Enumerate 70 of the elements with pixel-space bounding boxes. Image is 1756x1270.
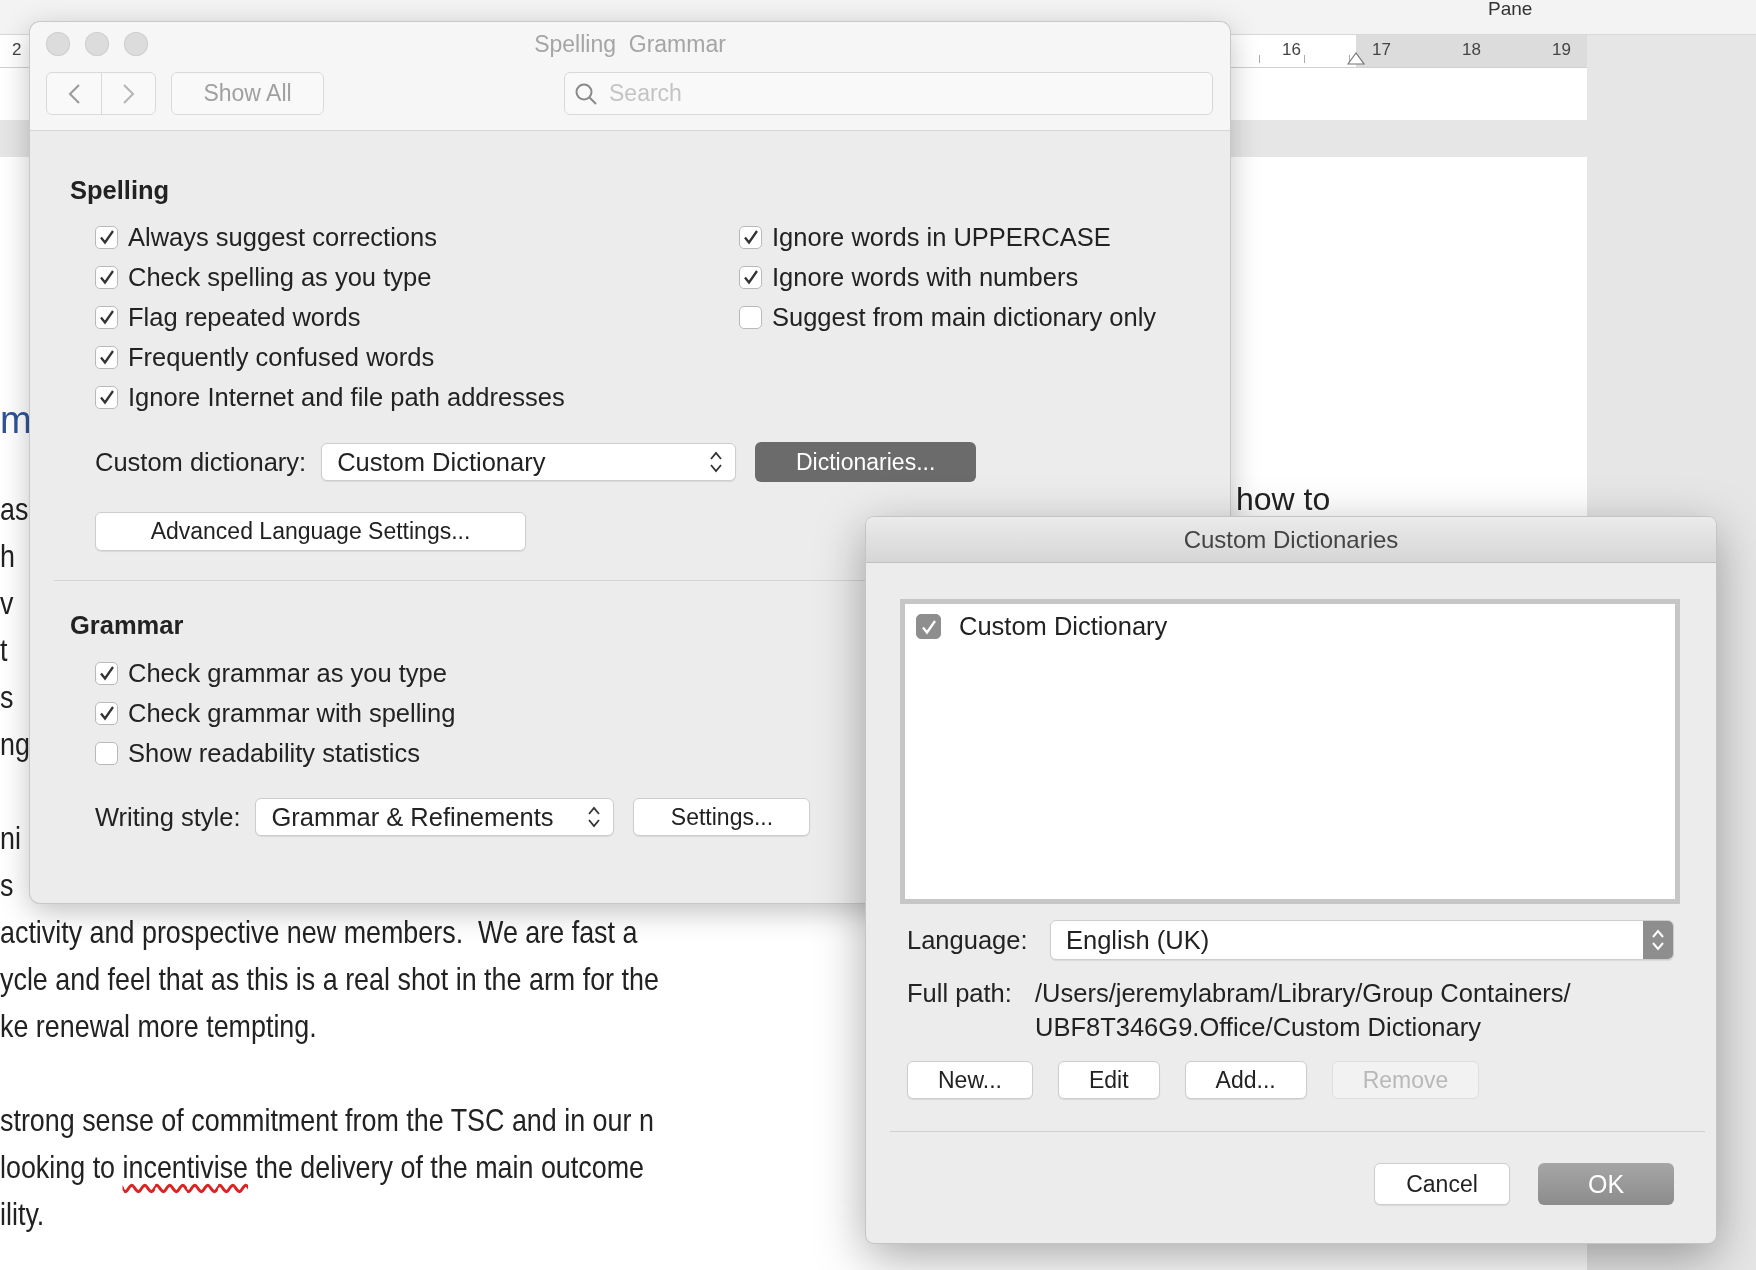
ruler-number: 17 [1372, 40, 1391, 60]
checkbox[interactable] [95, 741, 118, 765]
body-text: looking to incentivise the delivery of the main outcome [0, 1148, 644, 1187]
ruler-number: 2 [12, 40, 22, 60]
checkbox[interactable] [95, 345, 118, 369]
body-text: how to [1236, 481, 1331, 517]
field-label: Custom dictionary: [95, 447, 307, 477]
option-label: Ignore Internet and file path addresses [128, 382, 565, 412]
settings-button[interactable]: Settings... [633, 798, 811, 836]
checkbox[interactable] [95, 701, 118, 725]
indent-marker-icon[interactable] [1347, 51, 1365, 65]
cancel-button[interactable]: Cancel [1374, 1163, 1510, 1205]
dialog-button[interactable]: Add... [1184, 1061, 1307, 1099]
body-text: ycle and feel that as this is a real shot in the arm for the [0, 960, 659, 999]
chevron-left-icon [67, 82, 81, 105]
checkbox[interactable] [916, 614, 941, 639]
option-label: Frequently confused words [128, 342, 435, 372]
checkbox[interactable] [739, 265, 762, 289]
file-path: /Users/jeremylabram/Library/Group Containers/ UBF8T346G9.Office/Custom Dictionary [1035, 978, 1571, 1043]
up-down-chevron-icon [587, 805, 602, 829]
pane-label[interactable]: Pane [1488, 0, 1533, 20]
chevron-right-icon [121, 82, 136, 105]
body-text: activity and prospective new members. We are fast a [0, 913, 638, 952]
option-label: Ignore words with numbers [772, 262, 1079, 292]
checkbox[interactable] [95, 661, 118, 685]
body-text: ility. [0, 1195, 45, 1234]
language-dropdown[interactable]: English (UK) [1050, 920, 1674, 960]
dictionaries-button[interactable]: Dictionaries... [755, 442, 977, 482]
option-label: Check spelling as you type [128, 262, 432, 292]
dictionary-dropdown[interactable]: Custom Dictionary [321, 443, 737, 481]
checkbox[interactable] [95, 305, 118, 329]
body-text: v [0, 584, 14, 623]
option-label: Suggest from main dictionary only [772, 302, 1157, 332]
up-down-chevron-icon [709, 450, 724, 474]
dictionary-name[interactable]: Custom Dictionary [959, 612, 1168, 641]
body-text: strong sense of commitment from the TSC and in our n [0, 1101, 654, 1140]
checkbox[interactable] [739, 225, 762, 249]
ruler-number: 19 [1552, 40, 1571, 60]
dialog-button[interactable]: New... [907, 1061, 1033, 1099]
field-label: Writing style: [95, 802, 241, 832]
ruler-number: 16 [1282, 40, 1301, 60]
checkbox[interactable] [95, 385, 118, 409]
option-label: Always suggest corrections [128, 222, 437, 252]
option-label: Check grammar with spelling [128, 698, 456, 728]
body-text: s [0, 866, 14, 905]
option-label: Flag repeated words [128, 302, 361, 332]
checkbox[interactable] [95, 225, 118, 249]
ruler-number: 18 [1462, 40, 1481, 60]
advanced-language-settings-button[interactable]: Advanced Language Settings... [95, 512, 526, 551]
writing-style-dropdown[interactable]: Grammar & Refinements [255, 798, 615, 836]
field-label: Language: [907, 925, 1029, 955]
section-heading: Grammar [70, 610, 184, 640]
heading-text: m [0, 398, 32, 443]
option-label: Check grammar as you type [128, 658, 447, 688]
window-title: Spelling Grammar [534, 30, 726, 58]
option-label: Show readability statistics [128, 738, 420, 768]
dialog-button[interactable]: Edit [1057, 1061, 1160, 1099]
body-text: as [0, 490, 29, 529]
section-heading: Spelling [70, 175, 170, 205]
checkbox[interactable] [739, 305, 762, 329]
body-text: t [0, 631, 8, 670]
body-text: ke renewal more tempting. [0, 1007, 317, 1046]
search-icon [574, 82, 598, 106]
body-text: h [0, 537, 15, 576]
body-text: ng [0, 725, 30, 764]
checkbox[interactable] [95, 265, 118, 289]
body-text: ni [0, 819, 21, 858]
dialog-title: Custom Dictionaries [1183, 525, 1399, 554]
body-text: s [0, 678, 14, 717]
option-label: Ignore words in UPPERCASE [772, 222, 1111, 252]
